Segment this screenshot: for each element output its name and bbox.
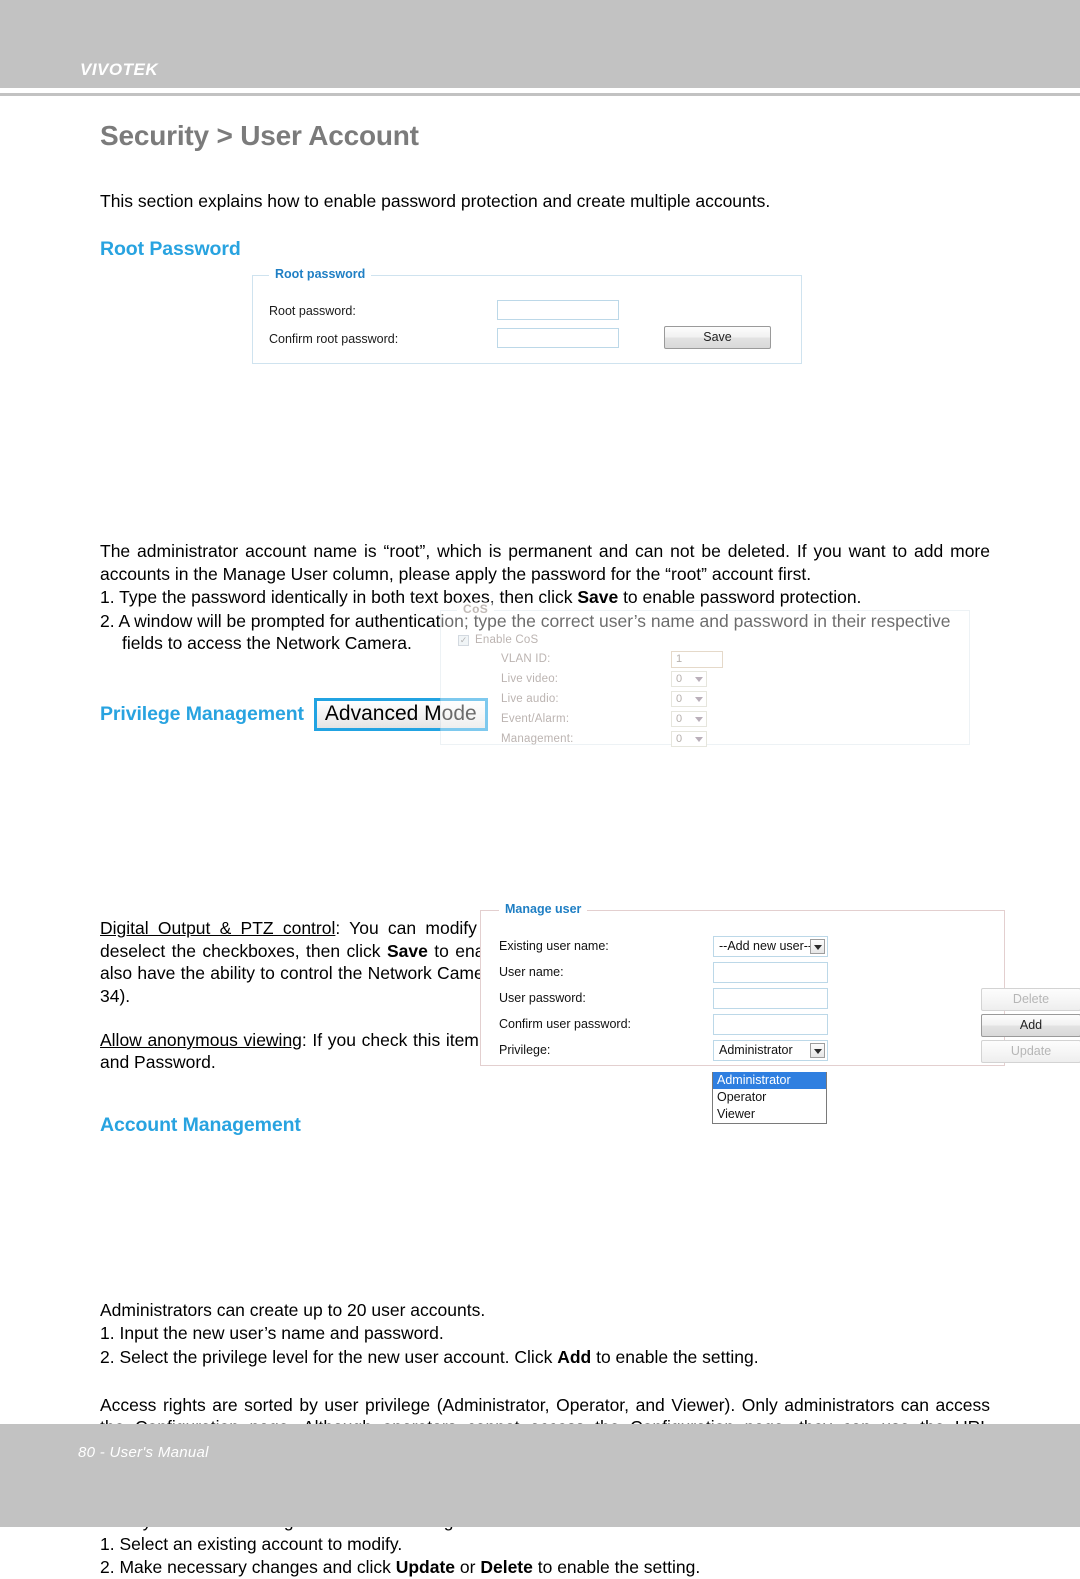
chevron-down-icon [695,717,703,722]
manage-user-form-panel: Manage user Existing user name: --Add ne… [480,902,1080,1066]
live-video-label: Live video: [501,673,559,685]
enable-cos-label: Enable CoS [475,634,539,646]
account-step-2: 2. Select the privilege level for the ne… [100,1346,990,1368]
privilege-option-operator[interactable]: Operator [713,1089,826,1106]
change-step-1-num: 1. [100,1533,115,1554]
cos-panel-legend: CoS [457,602,495,616]
vlan-id-input[interactable]: 1 [671,651,723,668]
confirm-user-password-label: Confirm user password: [499,1017,631,1031]
chevron-down-icon[interactable] [810,939,825,954]
add-button[interactable]: Add [981,1014,1080,1037]
cos-screenshot: CoS ✓ Enable CoS VLAN ID: 1 Live video: … [440,602,970,750]
privilege-option-viewer[interactable]: Viewer [713,1106,826,1123]
chevron-down-icon [695,697,703,702]
management-select[interactable]: 0 [671,731,707,747]
privilege-select[interactable]: Administrator [713,1040,828,1061]
privilege-value: Administrator [719,1043,793,1057]
confirm-root-password-label: Confirm root password: [269,332,399,346]
section-heading-root-password: Root Password [100,238,241,261]
save-button[interactable]: Save [664,326,771,349]
chevron-down-icon [695,677,703,682]
digital-output-ptz-bold: Save [386,940,428,961]
account-management-intro: Administrators can create up to 20 user … [100,1299,486,1320]
live-audio-select[interactable]: 0 [671,691,707,707]
root-password-paragraph: The administrator account name is “root”… [100,541,990,584]
existing-user-name-label: Existing user name: [499,939,609,953]
chevron-down-icon[interactable] [810,1043,825,1058]
header-divider [0,93,1080,96]
management-value: 0 [676,733,683,745]
page-title: Security > User Account [100,120,419,151]
change-step-2-bold-update: Update [395,1557,456,1578]
account-step-1: 1. Input the new user’s name and passwor… [100,1322,990,1344]
change-step-1-text: Select an existing account to modify. [114,1533,403,1554]
existing-user-name-value: --Add new user-- [719,939,813,953]
event-alarm-value: 0 [676,713,683,725]
vlan-id-label: VLAN ID: [501,653,551,665]
existing-user-name-select[interactable]: --Add new user-- [713,936,828,957]
footer-page-label: 80 - User's Manual [78,1444,209,1461]
change-step-2-text-after: to enable the setting. [532,1557,701,1578]
privilege-option-administrator[interactable]: Administrator [713,1072,826,1089]
account-step-2-bold: Add [557,1346,592,1367]
user-name-input[interactable] [713,962,828,983]
change-step-2-num: 2. [100,1557,115,1578]
root-password-label: Root password: [269,304,356,318]
manage-user-screenshot: Manage user Existing user name: --Add ne… [480,902,1080,1124]
root-step-1: 1. Type the password identically in both… [100,586,990,608]
user-name-label: User name: [499,965,564,979]
root-step-2-num: 2. [100,610,115,631]
section-heading-privilege-management: Privilege Management [100,703,304,726]
live-audio-value: 0 [676,693,683,705]
event-alarm-label: Event/Alarm: [501,713,570,725]
confirm-root-password-input[interactable] [497,328,619,348]
root-password-form-panel: Root password Root password: Confirm roo… [252,267,802,364]
root-step-1-num: 1. [100,587,115,608]
page-header-band [0,0,1080,88]
root-step-1-text-before: Type the password identically in both te… [114,587,578,608]
anonymous-viewing-term: Allow anonymous viewing [100,1030,302,1050]
account-step-1-num: 1. [100,1323,115,1344]
live-video-select[interactable]: 0 [671,671,707,687]
privilege-options-list[interactable]: Administrator Operator Viewer [712,1072,827,1124]
change-step-2-text-before: Make necessary changes and click [114,1557,396,1578]
chevron-down-icon [695,737,703,742]
vivotek-logo: VIVOTEK [80,60,159,79]
enable-cos-checkbox[interactable]: ✓ [458,635,469,646]
change-step-2-text-mid: or [455,1557,481,1578]
event-alarm-select[interactable]: 0 [671,711,707,727]
update-button[interactable]: Update [981,1040,1080,1063]
root-step-1-bold: Save [577,587,619,608]
intro-paragraph: This section explains how to enable pass… [100,191,771,211]
account-step-1-text: Input the new user’s name and password. [114,1323,444,1344]
change-step-1: 1. Select an existing account to modify. [100,1533,990,1555]
cos-form-panel: CoS ✓ Enable CoS VLAN ID: 1 Live video: … [440,602,970,747]
live-audio-label: Live audio: [501,693,559,705]
root-step-1-text-after: to enable password protection. [618,587,862,608]
user-password-label: User password: [499,991,586,1005]
change-step-2: 2. Make necessary changes and click Upda… [100,1556,990,1578]
section-heading-account-management: Account Management [100,1113,301,1136]
user-password-input[interactable] [713,988,828,1009]
delete-button[interactable]: Delete [981,988,1080,1011]
change-step-2-bold-delete: Delete [480,1557,533,1578]
root-password-input[interactable] [497,300,619,320]
digital-output-ptz-term: Digital Output & PTZ control [100,918,336,939]
manage-user-panel-legend: Manage user [499,902,588,916]
page-content: Security > User Account This section exp… [100,120,1080,1579]
account-step-2-text-before: Select the privilege level for the new u… [114,1346,558,1367]
account-step-2-text-after: to enable the setting. [591,1346,759,1367]
management-label: Management: [501,733,574,745]
privilege-label: Privilege: [499,1043,551,1057]
root-password-panel-legend: Root password [269,267,372,281]
live-video-value: 0 [676,673,683,685]
account-step-2-num: 2. [100,1346,115,1367]
page-footer-band [0,1424,1080,1527]
confirm-user-password-input[interactable] [713,1014,828,1035]
